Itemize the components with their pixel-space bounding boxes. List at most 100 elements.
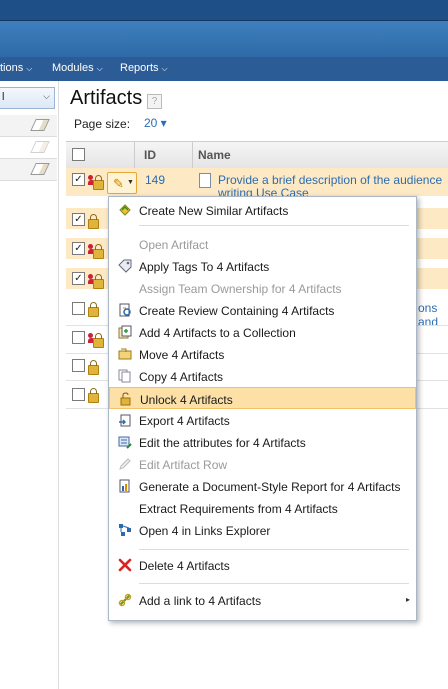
nav-item-tions[interactable]: tions ⌵ (0, 62, 32, 74)
link-icon (118, 593, 132, 607)
main-nav: tions ⌵ Modules ⌵ Reports ⌵ (0, 57, 448, 81)
lock-icon (93, 333, 104, 348)
left-row[interactable] (0, 159, 57, 181)
help-icon[interactable]: ? (147, 94, 162, 109)
menu-item-label: Edit the attributes for 4 Artifacts (139, 436, 306, 450)
pencil-icon: ✎ (113, 176, 124, 191)
menu-item-edit-attributes[interactable]: Edit the attributes for 4 Artifacts (109, 431, 416, 453)
collection-icon (118, 325, 132, 339)
row-checkbox[interactable] (72, 302, 85, 315)
menu-item-create-review[interactable]: Create Review Containing 4 Artifacts (109, 299, 416, 321)
menu-item-copy[interactable]: Copy 4 Artifacts (109, 365, 416, 387)
document-icon (199, 173, 211, 188)
menu-item-move[interactable]: Move 4 Artifacts (109, 343, 416, 365)
menu-item-edit-row[interactable]: Edit Artifact Row (109, 453, 416, 475)
menu-item-label: Open Artifact (139, 238, 209, 252)
nav-item-modules[interactable]: Modules ⌵ (52, 62, 103, 74)
column-divider (134, 142, 135, 168)
similar-icon (119, 204, 131, 216)
row-checkbox[interactable]: ✓ (72, 272, 85, 285)
lock-icon (93, 274, 104, 289)
lock-icon (93, 175, 104, 190)
menu-item-add-to-collection[interactable]: Add 4 Artifacts to a Collection (109, 321, 416, 343)
menu-item-generate-report[interactable]: Generate a Document-Style Report for 4 A… (109, 475, 416, 497)
copy-icon (118, 369, 131, 383)
row-checkbox[interactable]: ✓ (72, 242, 85, 255)
menu-item-label: Copy 4 Artifacts (139, 370, 224, 384)
menu-item-label: Generate a Document-Style Report for 4 A… (139, 480, 401, 494)
left-row[interactable] (0, 115, 57, 137)
review-icon (119, 303, 131, 317)
column-header-id[interactable]: ID (144, 148, 156, 162)
unlock-icon (120, 392, 131, 406)
chevron-down-icon: ⌵ (161, 64, 168, 73)
menu-item-label: Create Review Containing 4 Artifacts (139, 304, 335, 318)
lock-icon (88, 302, 99, 317)
menu-item-unlock[interactable]: Unlock 4 Artifacts (109, 387, 416, 409)
row-checkbox[interactable] (72, 331, 85, 344)
nav-label: tions (0, 62, 24, 74)
menu-item-add-link[interactable]: Add a link to 4 Artifacts ▸ (109, 589, 416, 611)
nav-label: Modules (52, 62, 94, 74)
nav-label: Reports (120, 62, 159, 74)
menu-item-extract-requirements[interactable]: Extract Requirements from 4 Artifacts (109, 497, 416, 519)
row-actions-button[interactable]: ✎ ▼ (107, 172, 137, 194)
lock-icon (88, 388, 99, 403)
lock-icon (88, 360, 99, 375)
move-icon (118, 348, 132, 360)
page-size-select[interactable]: 20 ▾ (144, 116, 167, 130)
menu-divider (139, 549, 409, 550)
report-icon (119, 479, 130, 493)
menu-item-label: Add 4 Artifacts to a Collection (139, 326, 296, 340)
lock-icon (88, 214, 99, 229)
dropdown-arrow-icon: ▼ (127, 179, 134, 186)
row-checkbox[interactable]: ✓ (72, 173, 85, 186)
menu-item-label: Delete 4 Artifacts (139, 559, 230, 573)
menu-item-apply-tags[interactable]: Apply Tags To 4 Artifacts (109, 255, 416, 277)
export-icon (119, 414, 131, 427)
eraser-icon[interactable] (30, 119, 50, 131)
page-title: Artifacts (70, 87, 143, 109)
row-checkbox[interactable] (72, 388, 85, 401)
row-checkbox[interactable]: ✓ (72, 213, 85, 226)
menu-item-label: Unlock 4 Artifacts (140, 393, 233, 407)
menu-item-links-explorer[interactable]: Open 4 in Links Explorer (109, 519, 416, 541)
pencil-icon (119, 458, 131, 470)
menu-item-label: Assign Team Ownership for 4 Artifacts (139, 282, 342, 296)
lock-icon (93, 244, 104, 259)
left-select[interactable]: l ⌵ (0, 87, 55, 109)
nav-item-reports[interactable]: Reports ⌵ (120, 62, 168, 74)
left-panel: l ⌵ (0, 81, 59, 689)
links-explorer-icon (119, 524, 131, 536)
page-size-label: Page size: (74, 117, 131, 131)
select-all-checkbox[interactable] (72, 148, 85, 161)
table-header: ID Name (66, 141, 448, 169)
tag-icon (118, 259, 132, 273)
menu-item-label: Move 4 Artifacts (139, 348, 225, 362)
submenu-arrow-icon: ▸ (405, 595, 410, 604)
menu-item-open-artifact[interactable]: Open Artifact (109, 233, 416, 255)
menu-item-create-similar[interactable]: Create New Similar Artifacts (109, 199, 416, 221)
menu-item-export[interactable]: Export 4 Artifacts (109, 409, 416, 431)
menu-item-assign-ownership[interactable]: Assign Team Ownership for 4 Artifacts (109, 277, 416, 299)
menu-divider (139, 225, 409, 226)
menu-item-label: Create New Similar Artifacts (139, 204, 289, 218)
delete-icon (118, 558, 132, 572)
eraser-icon[interactable] (30, 141, 50, 153)
menu-divider (139, 583, 409, 584)
menu-item-delete[interactable]: Delete 4 Artifacts (109, 554, 416, 576)
chevron-down-icon: ⌵ (26, 64, 33, 73)
column-header-name[interactable]: Name (198, 148, 231, 162)
edit-attributes-icon (118, 436, 132, 449)
row-name-link[interactable]: Provide a brief description of the audie… (218, 173, 448, 187)
menu-item-label: Open 4 in Links Explorer (139, 524, 271, 538)
menu-item-label: Export 4 Artifacts (139, 414, 230, 428)
menu-item-label: Add a link to 4 Artifacts (139, 594, 262, 608)
eraser-icon[interactable] (30, 163, 50, 175)
left-row[interactable] (0, 137, 57, 159)
row-id-link[interactable]: 149 (145, 173, 165, 187)
row-checkbox[interactable] (72, 359, 85, 372)
chevron-down-icon: ⌵ (96, 64, 103, 73)
app-header-bar (0, 0, 448, 21)
left-select-value: l (2, 91, 5, 103)
